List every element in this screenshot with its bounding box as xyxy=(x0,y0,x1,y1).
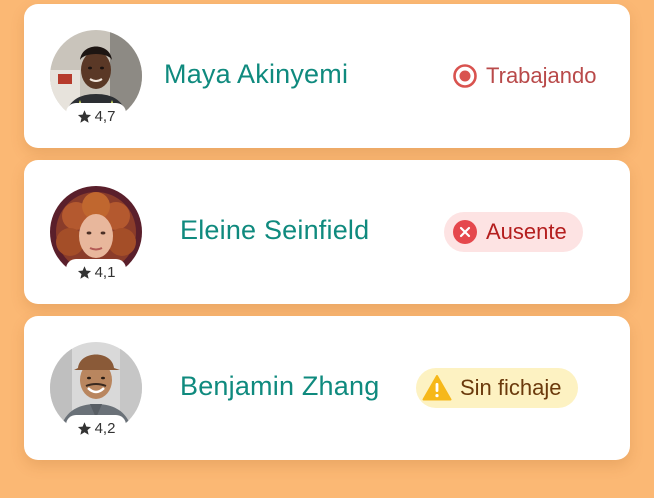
x-circle-icon xyxy=(453,220,477,244)
record-icon xyxy=(453,64,477,88)
star-icon xyxy=(77,265,91,279)
employee-card[interactable]: 4,2 Benjamin Zhang Sin fichaje xyxy=(24,316,630,460)
status-label: Ausente xyxy=(486,219,567,244)
rating-badge: 4,1 xyxy=(66,259,126,285)
employee-name[interactable]: Benjamin Zhang xyxy=(180,371,379,402)
rating-value: 4,7 xyxy=(94,107,116,125)
rating-value: 4,1 xyxy=(94,263,116,281)
warning-icon xyxy=(422,375,452,401)
employee-card[interactable]: 4,7 Maya Akinyemi Trabajando xyxy=(24,4,630,148)
employee-card[interactable]: 4,1 Eleine Seinfield Ausente xyxy=(24,160,630,304)
status-badge: Trabajando xyxy=(452,56,596,96)
status-label: Trabajando xyxy=(486,63,597,88)
status-badge: Ausente xyxy=(444,212,583,252)
employee-name[interactable]: Eleine Seinfield xyxy=(180,215,369,246)
rating-badge: 4,2 xyxy=(66,415,126,441)
status-badge: Sin fichaje xyxy=(416,368,578,408)
star-icon xyxy=(77,421,91,435)
employee-name[interactable]: Maya Akinyemi xyxy=(164,59,348,90)
status-label: Sin fichaje xyxy=(460,375,562,400)
star-icon xyxy=(77,109,91,123)
rating-badge: 4,7 xyxy=(66,103,126,129)
rating-value: 4,2 xyxy=(94,419,116,437)
